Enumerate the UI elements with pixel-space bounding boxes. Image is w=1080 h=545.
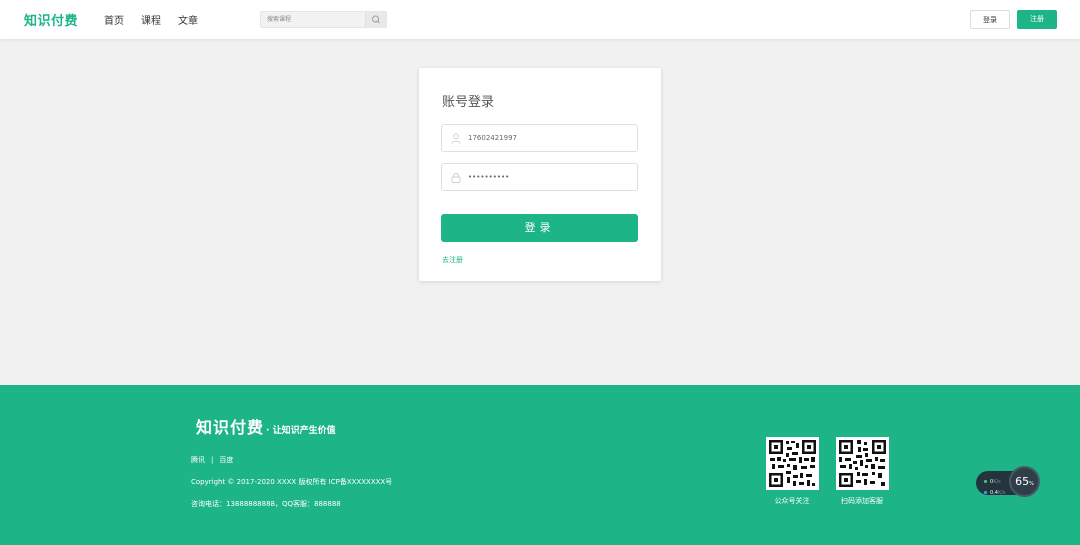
nav-courses[interactable]: 课程 xyxy=(141,12,161,27)
header-register-button[interactable]: 注册 xyxy=(1017,10,1057,29)
footer-copyright: Copyright © 2017-2020 XXXX 版权所有 ICP备XXXX… xyxy=(191,478,393,486)
go-register-link[interactable]: 去注册 xyxy=(442,255,463,265)
upload-speed-unit: K/s xyxy=(993,479,1001,485)
password-field[interactable]: •••••••••• xyxy=(441,163,638,191)
site-logo[interactable]: 知识付费 xyxy=(24,10,78,29)
qr-code-service xyxy=(836,437,889,490)
upload-dot-icon xyxy=(984,480,987,483)
nav-articles[interactable]: 文章 xyxy=(178,12,198,27)
footer-brand: 知识付费 · 让知识产生价值 xyxy=(196,414,336,438)
search-icon xyxy=(372,15,380,24)
search-box xyxy=(260,11,387,28)
password-value[interactable]: •••••••••• xyxy=(468,172,509,182)
qr-caption-service: 扫码添加客服 xyxy=(841,497,883,505)
footer-slogan: · 让知识产生价值 xyxy=(266,426,336,436)
memory-usage-gauge[interactable]: 65% xyxy=(1009,466,1040,497)
username-field[interactable]: 17602421997 xyxy=(441,124,638,152)
username-value[interactable]: 17602421997 xyxy=(468,133,517,143)
memory-usage-percent: 65 xyxy=(1015,475,1030,488)
footer-link-tencent[interactable]: 腾讯 xyxy=(191,456,205,464)
memory-usage-unit: % xyxy=(1029,481,1034,487)
nav-home[interactable]: 首页 xyxy=(104,12,124,27)
login-title: 账号登录 xyxy=(442,95,495,110)
download-dot-icon xyxy=(984,491,987,494)
qr-code-icon xyxy=(769,440,816,487)
header-login-button[interactable]: 登录 xyxy=(970,10,1010,29)
qr-code-icon xyxy=(839,440,886,487)
upload-speed: 0K/s xyxy=(984,479,1001,485)
network-monitor-widget[interactable]: 0K/s 0.4K/s 65% xyxy=(976,466,1044,499)
download-speed-unit: K/s xyxy=(997,490,1006,496)
search-input[interactable] xyxy=(261,12,371,27)
lock-icon xyxy=(451,173,461,183)
user-icon xyxy=(451,133,461,144)
login-card: 账号登录 17602421997 •••••••••• 登录 去注册 xyxy=(419,68,661,281)
footer-link-separator: | xyxy=(211,456,214,464)
top-header: 知识付费 首页 课程 文章 登录 注册 xyxy=(0,0,1080,39)
download-speed: 0.4K/s xyxy=(984,490,1006,496)
footer-brand-name: 知识付费 xyxy=(196,418,265,437)
qr-code-wechat xyxy=(766,437,819,490)
download-speed-value: 0.4 xyxy=(990,490,998,496)
footer-link-baidu[interactable]: 百度 xyxy=(219,456,233,464)
main-nav: 首页 课程 文章 xyxy=(104,12,198,27)
site-footer: 知识付费 · 让知识产生价值 腾讯 | 百度 Copyright © 2017-202… xyxy=(0,385,1080,545)
footer-contact: 咨询电话：13888888888，QQ客服：888888 xyxy=(191,500,341,508)
search-button[interactable] xyxy=(365,12,386,27)
footer-links: 腾讯 | 百度 xyxy=(191,455,233,465)
qr-caption-wechat: 公众号关注 xyxy=(774,497,810,505)
login-submit-button[interactable]: 登录 xyxy=(441,214,638,242)
